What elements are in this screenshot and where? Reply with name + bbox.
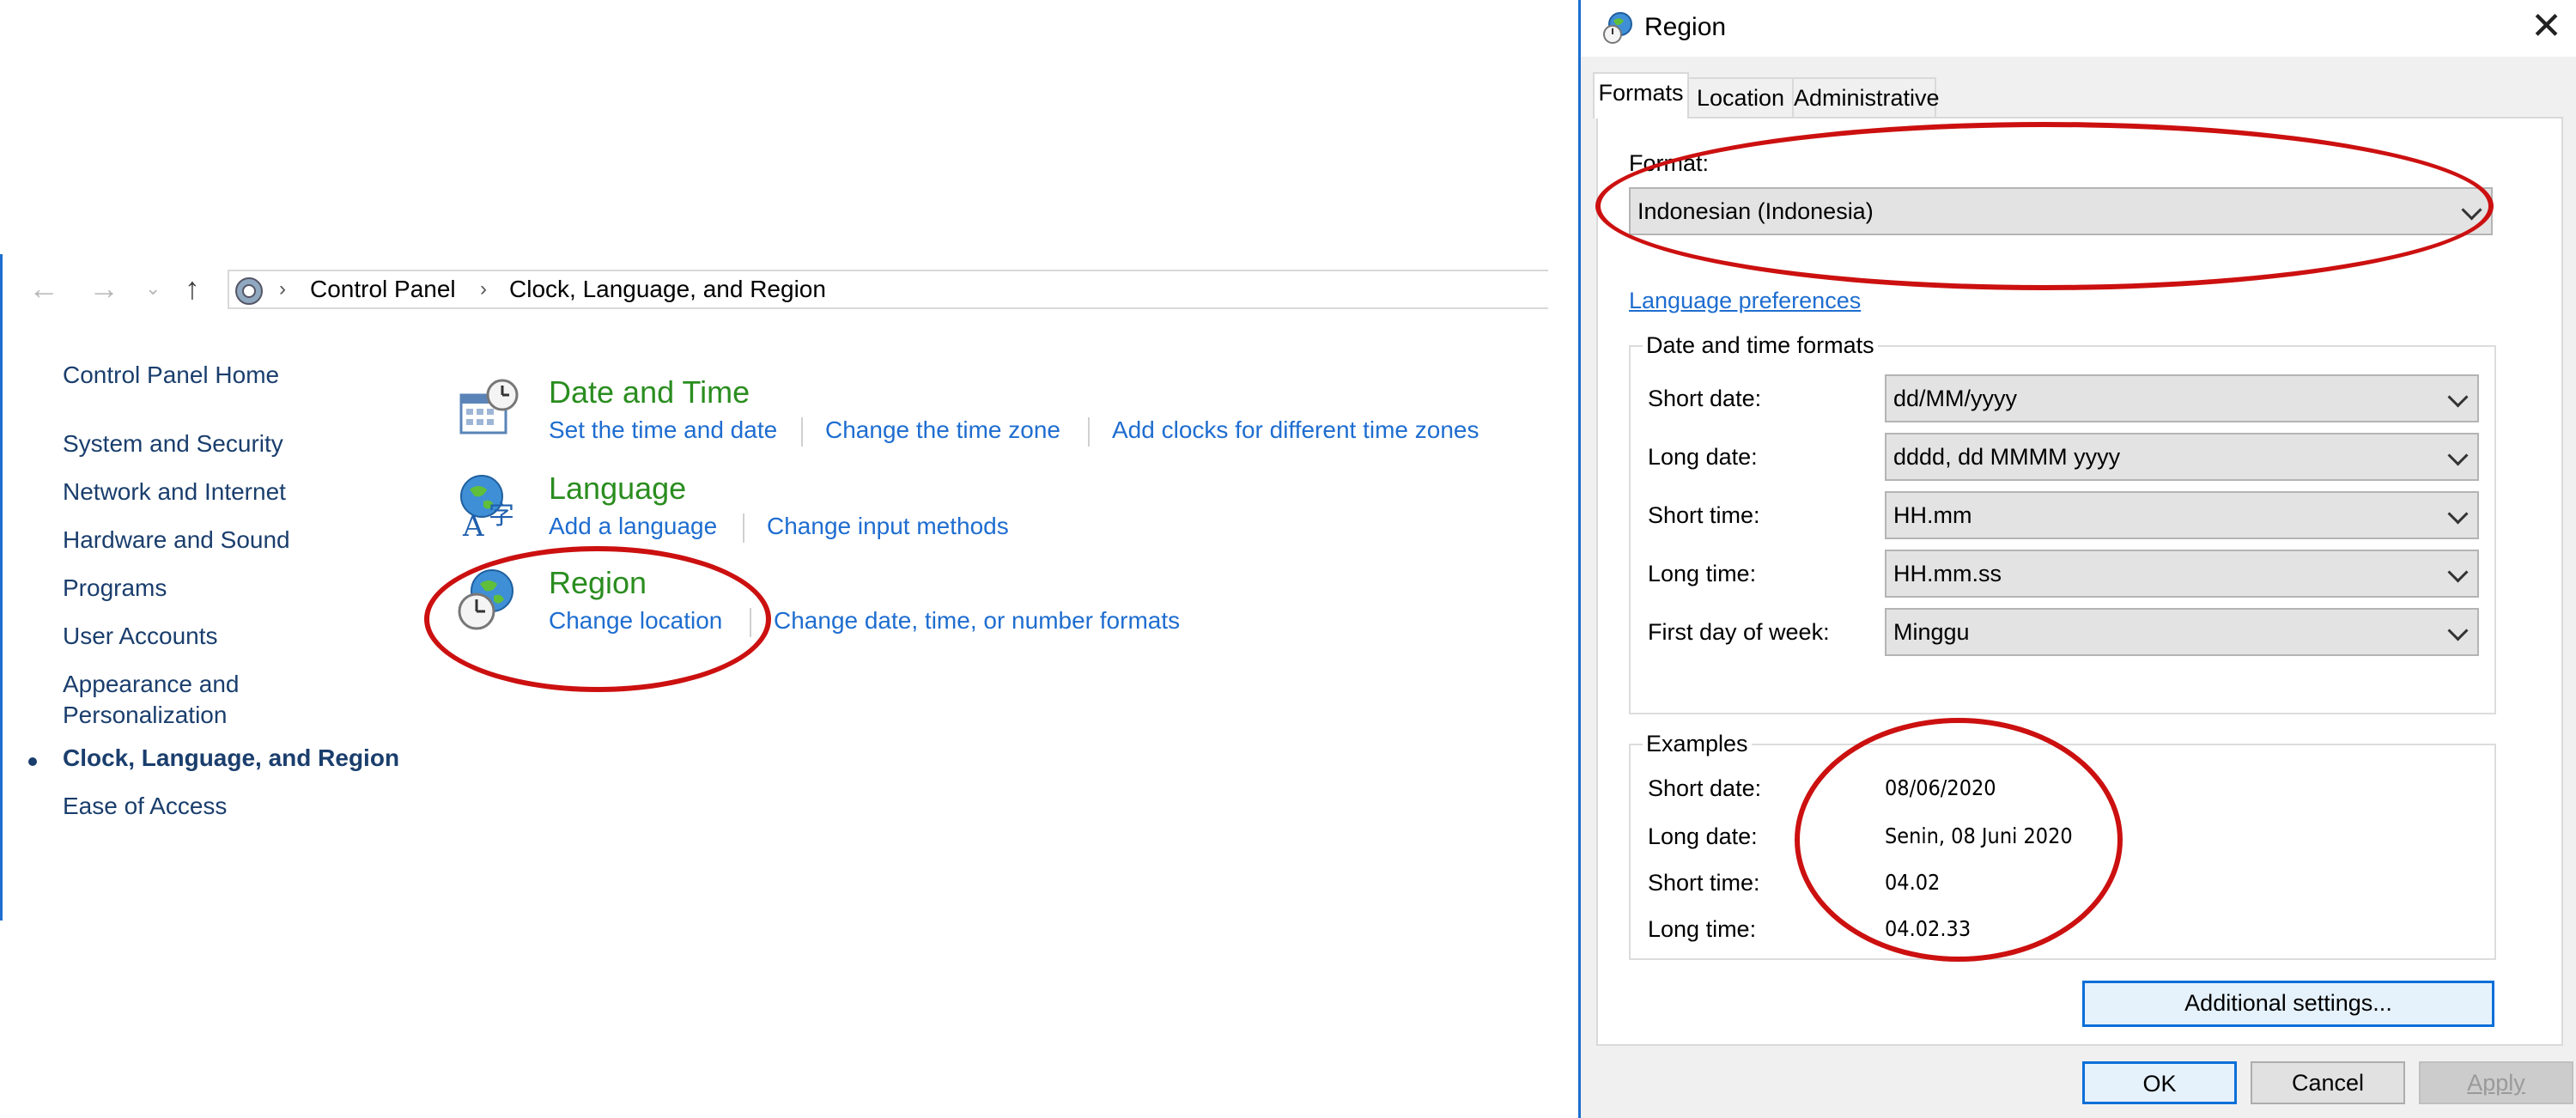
sidebar-item-appearance[interactable]: Appearance and (63, 670, 240, 699)
short-date-dropdown[interactable]: dd/MM/yyyy (1885, 374, 2479, 422)
example-long-date-value: Senin, 08 Juni 2020 (1885, 823, 2073, 848)
add-language-link[interactable]: Add a language (549, 512, 717, 541)
sidebar-item-user-accounts[interactable]: User Accounts (63, 622, 218, 651)
format-label: Format: (1629, 150, 1710, 176)
dialog-title: Region (1644, 13, 1727, 41)
short-date-label: Short date: (1648, 386, 1762, 411)
long-time-value: HH.mm.ss (1893, 561, 2002, 586)
back-arrow-icon[interactable]: ← (28, 273, 59, 304)
region-globe-clock-icon (458, 569, 513, 630)
date-time-formats-group: Date and time formats Short date: dd/MM/… (1629, 331, 2496, 714)
date-time-formats-label: Date and time formats (1643, 331, 1878, 359)
change-location-link[interactable]: Change location (549, 606, 722, 635)
change-formats-link[interactable]: Change date, time, or number formats (774, 606, 1180, 635)
ok-button[interactable]: OK (2082, 1061, 2237, 1104)
region-dialog: Region ✕ Formats Location Administrative… (1578, 0, 2576, 1118)
link-separator (1088, 417, 1090, 447)
control-panel-window: ← → ⌄ ↑ › Control Panel › Clock, Languag… (0, 254, 1548, 921)
up-arrow-icon[interactable]: ↑ (185, 273, 200, 304)
sidebar-item-personalization[interactable]: Personalization (63, 701, 227, 730)
change-time-zone-link[interactable]: Change the time zone (825, 416, 1060, 445)
format-dropdown-value: Indonesian (Indonesia) (1637, 198, 1874, 224)
first-day-dropdown[interactable]: Minggu (1885, 608, 2479, 656)
svg-text:A: A (462, 509, 484, 539)
forward-arrow-icon[interactable]: → (88, 273, 119, 304)
chevron-down-icon (2461, 199, 2482, 221)
long-date-value: dddd, dd MMMM yyyy (1893, 444, 2121, 470)
long-date-dropdown[interactable]: dddd, dd MMMM yyyy (1885, 433, 2479, 481)
language-globe-icon: A 字 (460, 475, 514, 539)
short-time-dropdown[interactable]: HH.mm (1885, 491, 2479, 539)
close-icon[interactable]: ✕ (2530, 5, 2562, 48)
language-title[interactable]: Language (549, 471, 686, 507)
tab-location[interactable]: Location (1687, 77, 1794, 117)
link-separator (750, 608, 751, 637)
change-input-methods-link[interactable]: Change input methods (767, 512, 1009, 541)
sidebar-item-programs[interactable]: Programs (63, 574, 167, 603)
add-clocks-link[interactable]: Add clocks for different time zones (1112, 416, 1479, 445)
example-short-date-value: 08/06/2020 (1885, 775, 1996, 800)
example-long-time-value: 04.02.33 (1885, 916, 1971, 941)
format-dropdown[interactable]: Indonesian (Indonesia) (1629, 187, 2493, 235)
example-short-date-label: Short date: (1648, 775, 1762, 801)
date-and-time-title[interactable]: Date and Time (549, 374, 750, 410)
short-time-label: Short time: (1648, 502, 1760, 528)
chevron-down-icon (2447, 503, 2469, 525)
chevron-down-icon (2447, 562, 2469, 583)
example-short-time-value: 04.02 (1885, 870, 1941, 895)
cancel-button[interactable]: Cancel (2251, 1061, 2405, 1104)
calendar-clock-icon (459, 379, 519, 434)
first-day-label: First day of week: (1648, 619, 1830, 645)
example-long-date-label: Long date: (1648, 823, 1758, 849)
region-dialog-icon (1603, 12, 1632, 44)
examples-label: Examples (1643, 730, 1752, 757)
example-short-time-label: Short time: (1648, 870, 1760, 896)
svg-text:字: 字 (489, 501, 514, 531)
address-bar[interactable]: › Control Panel › Clock, Language, and R… (228, 270, 1548, 309)
dialog-titlebar[interactable]: Region ✕ (1581, 0, 2576, 57)
breadcrumb-control-panel[interactable]: Control Panel (310, 271, 456, 307)
language-preferences-link[interactable]: Language preferences (1629, 287, 1861, 314)
link-separator (801, 417, 803, 447)
example-long-time-label: Long time: (1648, 916, 1757, 942)
region-title[interactable]: Region (549, 565, 647, 601)
sidebar-item-hardware[interactable]: Hardware and Sound (63, 526, 290, 555)
sidebar-item-ease-of-access[interactable]: Ease of Access (63, 792, 227, 821)
sidebar-item-home[interactable]: Control Panel Home (63, 361, 279, 390)
formats-panel: Format: Indonesian (Indonesia) Language … (1596, 117, 2563, 1046)
set-time-date-link[interactable]: Set the time and date (549, 416, 777, 445)
breadcrumb-separator-icon: › (279, 277, 286, 301)
sidebar-item-network[interactable]: Network and Internet (63, 477, 286, 507)
current-item-bullet-icon (28, 757, 37, 766)
sidebar-item-clock-language-region[interactable]: Clock, Language, and Region (63, 744, 399, 773)
link-separator (743, 513, 744, 543)
control-panel-icon (235, 277, 263, 305)
tab-administrative[interactable]: Administrative (1792, 77, 1940, 117)
examples-group: Examples Short date: 08/06/2020 Long dat… (1629, 730, 2496, 960)
chevron-down-icon (2447, 445, 2469, 466)
breadcrumb-separator-icon: › (480, 277, 487, 301)
long-time-dropdown[interactable]: HH.mm.ss (1885, 550, 2479, 598)
short-time-value: HH.mm (1893, 502, 1972, 528)
apply-button: Apply (2419, 1061, 2573, 1104)
sidebar-item-system-security[interactable]: System and Security (63, 429, 283, 459)
short-date-value: dd/MM/yyyy (1893, 386, 2018, 411)
chevron-down-icon (2447, 386, 2469, 408)
long-date-label: Long date: (1648, 444, 1758, 470)
first-day-value: Minggu (1893, 619, 1970, 645)
breadcrumb-current[interactable]: Clock, Language, and Region (509, 271, 826, 307)
recent-locations-chevron-icon[interactable]: ⌄ (145, 273, 161, 304)
tab-formats[interactable]: Formats (1593, 72, 1689, 118)
additional-settings-button[interactable]: Additional settings... (2082, 981, 2494, 1027)
chevron-down-icon (2447, 620, 2469, 641)
long-time-label: Long time: (1648, 561, 1757, 586)
